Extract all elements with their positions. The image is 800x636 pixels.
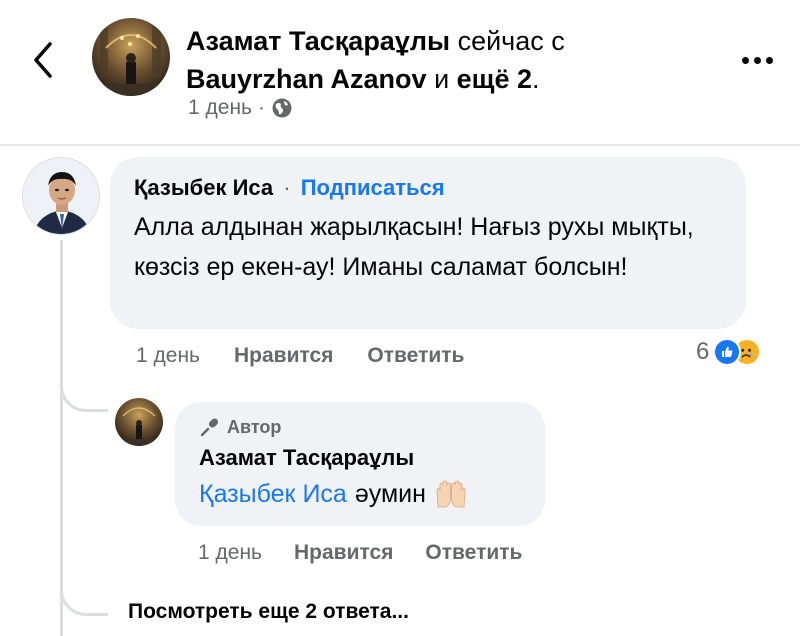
more-dot-icon — [741, 56, 749, 64]
more-dot-icon — [765, 56, 773, 64]
author-badge-label: Автор — [227, 416, 282, 437]
reply-author-name[interactable]: Азамат Тасқараұлы — [199, 444, 521, 472]
comment-timestamp[interactable]: 1 день — [136, 344, 200, 368]
reactions-summary[interactable]: 6 — [696, 338, 762, 366]
post-header: Азамат Тасқараұлы сейчас с Bauyrzhan Aza… — [0, 0, 800, 146]
post-meta: 1 день · — [188, 96, 293, 120]
chevron-left-icon — [34, 42, 52, 78]
reply-button[interactable]: Ответить — [367, 344, 464, 368]
mention-link[interactable]: Қазыбек Иса — [199, 476, 347, 512]
reply-bubble: Автор Азамат Тасқараұлы Қазыбек Иса әуми… — [175, 402, 545, 526]
author-separator: · — [283, 175, 291, 200]
raised-hands-icon — [436, 480, 466, 508]
avatar[interactable] — [22, 157, 100, 235]
author-badge: Автор — [199, 416, 521, 438]
reply-text-body: әумин — [354, 480, 426, 508]
reply-connector — [60, 570, 108, 616]
comment-text: Алла алдынан жарылқасын! Нағыз рухы мықт… — [134, 213, 694, 281]
reply-actions: 1 день Нравится Ответить — [198, 541, 522, 565]
more-dot-icon — [753, 56, 761, 64]
microphone-icon — [200, 418, 219, 437]
like-button[interactable]: Нравится — [294, 541, 393, 565]
like-button[interactable]: Нравится — [234, 344, 333, 368]
globe-icon — [272, 98, 292, 118]
reply-timestamp[interactable]: 1 день — [198, 541, 262, 565]
more-options-button[interactable] — [735, 50, 779, 70]
comment-bubble: Қазыбек Иса · Подписаться Алла алдынан ж… — [110, 157, 746, 329]
post-author-name[interactable]: Азамат Тасқараұлы — [186, 26, 450, 56]
tagged-user-name[interactable]: Bauyrzhan Azanov — [186, 64, 427, 94]
view-more-replies-button[interactable]: Посмотреть еще 2 ответа... — [128, 600, 409, 624]
avatar[interactable] — [115, 398, 163, 446]
reply-connector — [60, 360, 108, 412]
post-title-text: сейчас с — [450, 26, 565, 56]
reply-button[interactable]: Ответить — [425, 541, 522, 565]
follow-button[interactable]: Подписаться — [301, 175, 445, 200]
comment-actions: 1 день Нравится Ответить — [136, 344, 464, 368]
post-title: Азамат Тасқараұлы сейчас с Bauyrzhan Aza… — [186, 22, 706, 98]
reply-text: Қазыбек Иса әумин — [199, 476, 521, 512]
header-divider — [0, 144, 800, 146]
avatar[interactable] — [92, 18, 170, 96]
meta-separator: · — [257, 96, 265, 119]
comment-author-row: Қазыбек Иса · Подписаться — [134, 173, 722, 203]
reaction-count: 6 — [696, 338, 710, 365]
post-title-text-and: и — [426, 64, 457, 94]
comment-author-name[interactable]: Қазыбек Иса — [134, 175, 273, 200]
post-timestamp[interactable]: 1 день — [188, 96, 252, 120]
back-button[interactable] — [28, 38, 58, 82]
tagged-others-link[interactable]: ещё 2 — [457, 64, 532, 94]
post-title-period: . — [532, 64, 540, 94]
